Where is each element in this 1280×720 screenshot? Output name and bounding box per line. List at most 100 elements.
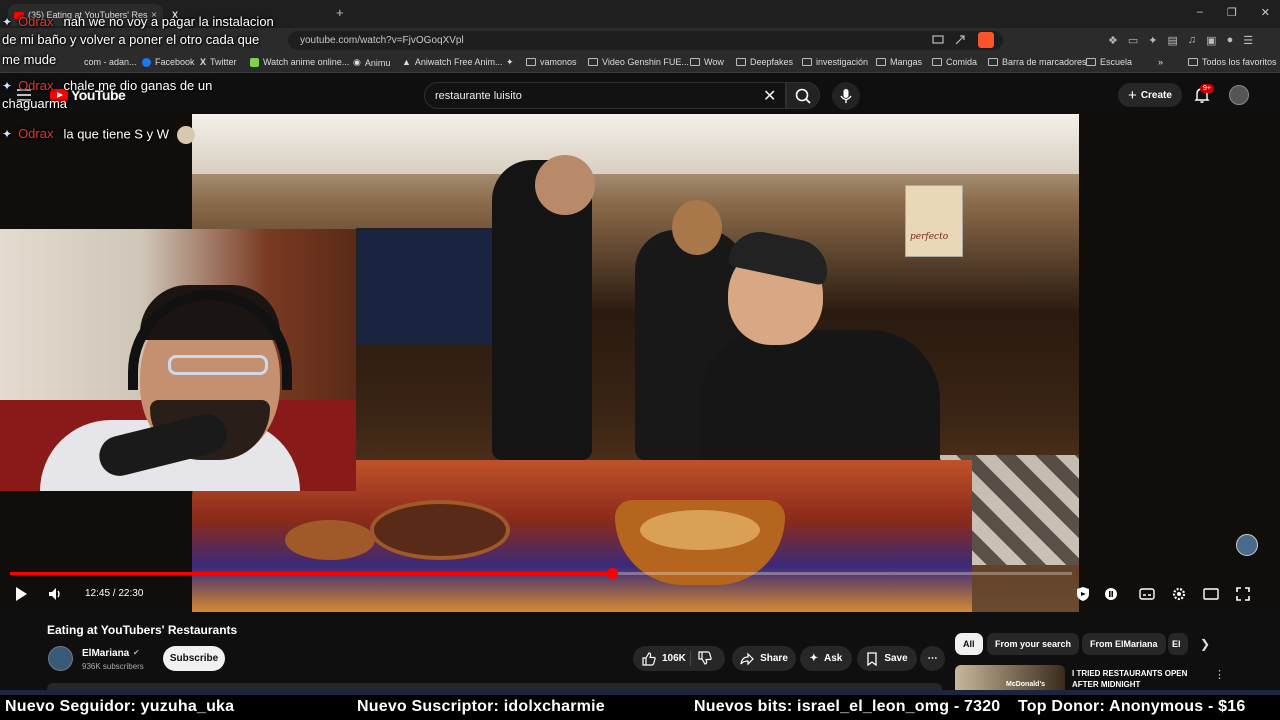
channel-watermark[interactable] (1236, 534, 1258, 556)
wallet-icon[interactable]: ▣ (1206, 34, 1216, 47)
chat-badge-icon: ✦ (2, 15, 13, 29)
search-input[interactable]: restaurante luisito (424, 82, 786, 109)
bookmark-folder-genshin[interactable]: Video Genshin FUE... (588, 57, 689, 67)
thumbnail-label: McDonald's (1006, 681, 1046, 688)
bookmark-partial[interactable]: com - adan... (84, 57, 137, 67)
bookmark-folder-escuela[interactable]: Escuela (1086, 57, 1132, 67)
pin-icon: ✦ (506, 57, 514, 67)
channel-name[interactable]: ElMariana (82, 648, 129, 659)
bookmark-folder-comida[interactable]: Comida (932, 57, 977, 67)
bookmark-folder-deepfakes[interactable]: Deepfakes (736, 57, 793, 67)
more-actions-button[interactable]: ⋯ (920, 646, 945, 671)
sparkle-icon: ✦ (809, 653, 819, 664)
folder-icon (1086, 58, 1096, 66)
captions-icon (1139, 588, 1155, 600)
bookmark-folder-barra[interactable]: Barra de marcadores (988, 57, 1087, 67)
folder-icon (736, 58, 746, 66)
window-controls: – ❐ ✕ (1197, 6, 1270, 19)
extension-icons: ❖ ▭ ✦ ▤ ♫ ▣ ● ☰ (1108, 34, 1253, 47)
sparkle-icon[interactable]: ✦ (1148, 34, 1157, 47)
chevron-right-icon[interactable]: ❯ (1200, 637, 1210, 651)
bookmarks-overflow-button[interactable]: » (1158, 57, 1163, 67)
bookmark-pin[interactable]: ✦ (506, 57, 514, 68)
folder-icon (802, 58, 812, 66)
settings-button[interactable] (1171, 586, 1187, 602)
save-button[interactable]: Save (857, 646, 917, 671)
chat-text: nah we no voy a pagar la instalacion (63, 14, 274, 29)
share-icon (740, 652, 754, 665)
bookmark-aniwatch[interactable]: ▲ Aniwatch Free Anim... (402, 57, 502, 67)
captions-button[interactable] (1139, 586, 1155, 602)
sponsor-block-button[interactable] (1075, 586, 1091, 602)
chat-message: ✦ Odrax nah we no voy a pagar la instalaci… (2, 14, 274, 29)
bookmark-folder-mangas[interactable]: Mangas (876, 57, 922, 67)
thumbs-down-icon (698, 651, 712, 665)
create-button[interactable]: + Create (1118, 83, 1182, 107)
chip-all[interactable]: All (955, 633, 983, 655)
music-icon[interactable]: ♫ (1188, 34, 1196, 47)
video-title: Eating at YouTubers' Restaurants (47, 623, 238, 637)
volume-button[interactable] (46, 585, 64, 603)
chat-text: chale me dio ganas de un (63, 78, 213, 93)
dislike-button[interactable] (698, 651, 712, 665)
verified-icon: ✔ (133, 648, 140, 657)
minimize-icon[interactable]: – (1197, 6, 1203, 19)
share-page-icon[interactable] (954, 34, 966, 46)
recommended-video-title[interactable]: I TRIED RESTAURANTS OPEN AFTER MIDNIGHT (1072, 668, 1202, 690)
search-button[interactable] (786, 82, 820, 109)
channel-avatar[interactable] (48, 646, 73, 671)
notification-count-badge: 9+ (1200, 84, 1214, 93)
menu-icon[interactable]: ☰ (1243, 34, 1253, 47)
close-window-icon[interactable]: ✕ (1261, 6, 1270, 19)
like-divider (690, 651, 691, 666)
extensions-icon[interactable]: ❖ (1108, 34, 1118, 47)
video-scene-meat-plate (370, 500, 510, 560)
video-scene-chef-head (672, 200, 722, 255)
bookmark-animu[interactable]: ◉ Animu (353, 57, 390, 68)
autoplay-icon (1105, 588, 1117, 600)
bookmark-icon (867, 651, 877, 666)
ask-button[interactable]: ✦ Ask (800, 646, 852, 671)
brave-shield-icon[interactable] (978, 32, 994, 48)
bookmark-all-favorites[interactable]: Todos los favoritos (1188, 57, 1277, 67)
restore-icon[interactable]: ❐ (1227, 6, 1237, 19)
clear-search-icon[interactable]: ✕ (763, 86, 776, 106)
voice-search-button[interactable] (832, 82, 860, 110)
chip-from-your-search[interactable]: From your search (987, 633, 1080, 655)
ticker-new-follower: Nuevo Seguidor: yuzuha_uka (5, 698, 235, 715)
fullscreen-button[interactable] (1235, 586, 1251, 602)
bookmark-facebook[interactable]: Facebook (142, 57, 195, 67)
theater-icon (1203, 588, 1219, 600)
bookmark-folder-wow[interactable]: Wow (690, 57, 724, 67)
bookmark-watch-anime[interactable]: Watch anime online... (250, 57, 349, 67)
more-vertical-icon[interactable]: ⋮ (1214, 668, 1225, 681)
account-avatar[interactable] (1229, 85, 1249, 105)
puzzle-icon[interactable]: ▭ (1128, 34, 1138, 47)
subscribe-button[interactable]: Subscribe (163, 646, 225, 671)
chat-username: Odrax (18, 126, 54, 142)
cast-icon[interactable] (932, 34, 944, 46)
chat-username: Odrax (18, 78, 54, 93)
chat-badge-icon: ✦ (2, 79, 13, 93)
video-scene-sign-text: perfecto (910, 232, 949, 242)
video-scene-plate (285, 520, 375, 560)
video-scene-waiter-head (535, 155, 595, 215)
theater-mode-button[interactable] (1203, 586, 1219, 602)
new-tab-button[interactable]: + (336, 5, 344, 20)
video-scene-soup (640, 510, 760, 550)
anime-site-icon (250, 57, 259, 67)
chat-message-continued: chaguarma (2, 96, 68, 111)
bookmark-folder-vamonos[interactable]: vamonos (526, 57, 577, 67)
reader-icon[interactable]: ▤ (1168, 34, 1178, 47)
gear-icon (1172, 587, 1186, 601)
address-bar[interactable]: youtube.com/watch?v=FjvOGoqXVpl (288, 31, 1003, 50)
vpn-icon[interactable]: ● (1227, 34, 1234, 47)
share-button[interactable]: Share (732, 646, 796, 671)
chip-partial[interactable]: El (1168, 633, 1188, 655)
video-progress-played (10, 572, 613, 575)
play-button[interactable] (12, 585, 30, 603)
bookmark-twitter[interactable]: X Twitter (200, 57, 237, 67)
autoplay-toggle[interactable] (1103, 586, 1119, 602)
bookmark-folder-investigacion[interactable]: investigación (802, 57, 868, 67)
chip-from-channel[interactable]: From ElMariana (1082, 633, 1166, 655)
